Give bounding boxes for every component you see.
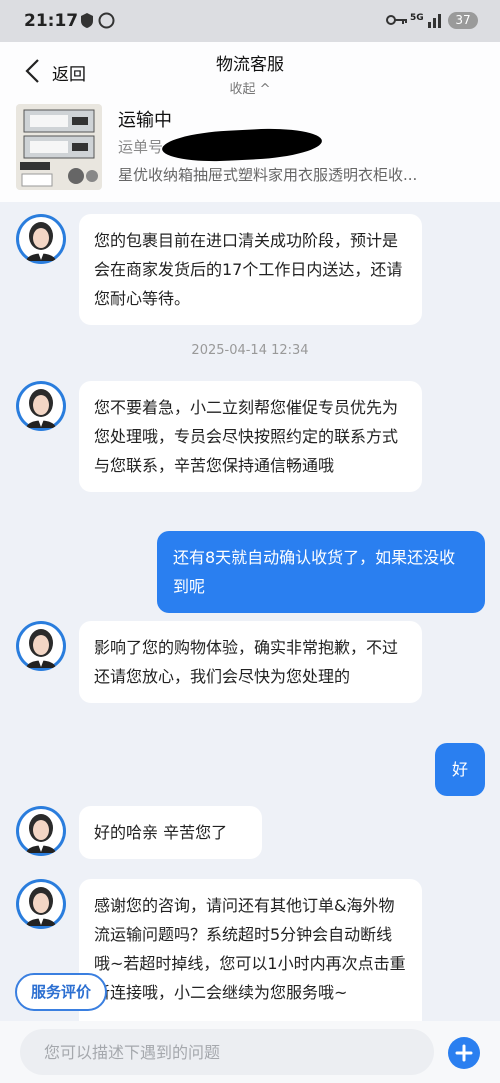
message-input[interactable] bbox=[20, 1029, 434, 1075]
agent-avatar bbox=[16, 214, 66, 264]
signal-icon bbox=[428, 14, 441, 28]
agent-avatar bbox=[16, 621, 66, 671]
agent-message: 好的哈亲 辛苦您了 bbox=[79, 806, 262, 859]
composer-bar bbox=[0, 1021, 500, 1083]
chat-header: 返回 物流客服 收起 ^ 运输中 运单号 星优收纳箱抽屉式塑料家用衣服透明衣柜收… bbox=[0, 42, 500, 202]
user-message: 好 bbox=[435, 743, 485, 796]
agent-message: 影响了您的购物体验，确实非常抱歉，不过还请您放心，我们会尽快为您处理的 bbox=[79, 621, 422, 703]
shield-icon bbox=[81, 13, 93, 28]
agent-avatar bbox=[16, 879, 66, 929]
agent-message: 感谢您的咨询，请问还有其他订单&海外物流运输问题吗？系统超时5分钟会自动断线哦~… bbox=[79, 879, 422, 1021]
rate-service-button[interactable]: 服务评价 bbox=[15, 973, 107, 1011]
waybill-label: 运单号 bbox=[118, 138, 164, 156]
product-name[interactable]: 星优收纳箱抽屉式塑料家用衣服透明衣柜收... bbox=[118, 164, 468, 185]
agent-message: 您不要着急，小二立刻帮您催促专员优先为您处理哦，专员会尽快按照约定的联系方式与您… bbox=[79, 381, 422, 492]
plus-icon bbox=[455, 1044, 473, 1062]
agent-avatar bbox=[16, 381, 66, 431]
clock: 21:17 bbox=[24, 11, 79, 31]
page-title: 物流客服 bbox=[216, 55, 284, 75]
message-timestamp: 2025-04-14 12:34 bbox=[191, 343, 309, 358]
collapse-toggle[interactable]: 收起 ^ bbox=[0, 78, 500, 97]
battery-indicator: 37 bbox=[448, 12, 478, 29]
agent-avatar bbox=[16, 806, 66, 856]
network-label: 5G bbox=[410, 13, 424, 23]
user-message: 还有8天就自动确认收货了，如果还没收到呢 bbox=[157, 531, 485, 613]
add-button[interactable] bbox=[448, 1037, 480, 1069]
agent-message: 您的包裹目前在进口清关成功阶段，预计是会在商家发货后的17个工作日内送达，还请您… bbox=[79, 214, 422, 325]
whatsapp-icon bbox=[98, 12, 115, 29]
key-icon bbox=[386, 15, 407, 25]
redaction-mark bbox=[161, 125, 323, 165]
order-status: 运输中 bbox=[118, 110, 172, 131]
product-thumbnail[interactable] bbox=[16, 104, 102, 190]
status-bar: 21:17 5G 37 bbox=[0, 0, 500, 42]
